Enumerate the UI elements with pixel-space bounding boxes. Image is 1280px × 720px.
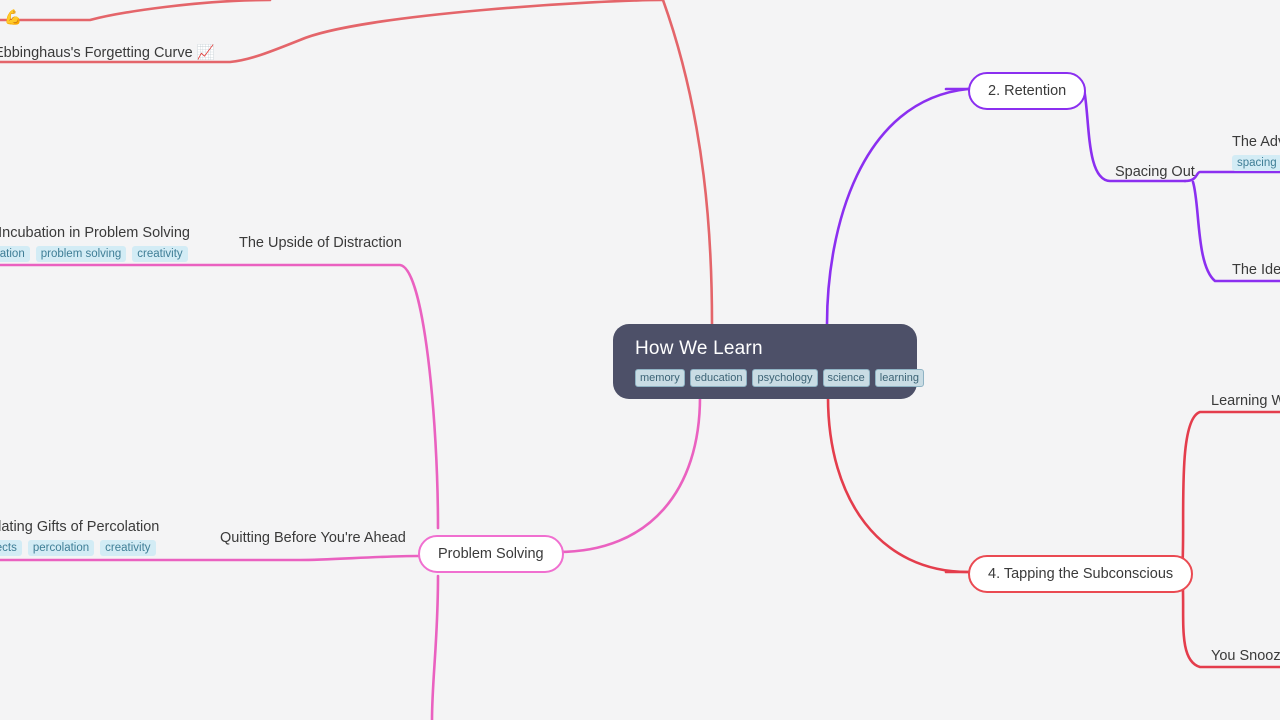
leaf-node-the-idea[interactable]: The Idea (1232, 260, 1280, 280)
branch-label: Problem Solving (438, 546, 544, 562)
leaf-tag[interactable]: creativity (100, 540, 156, 556)
leaf-title: Ebbinghaus's Forgetting Curve 📈 (0, 45, 215, 61)
root-node[interactable]: How We Learn memory education psychology… (613, 324, 924, 399)
leaf-title: Learning Wh (1211, 393, 1280, 409)
root-title: How We Learn (635, 338, 763, 359)
leaf-title: mulating Gifts of Percolation (0, 519, 160, 535)
leaf-node-learning-while[interactable]: Learning Wh (1211, 391, 1280, 411)
edge-ps-down (430, 574, 440, 720)
leaf-tag[interactable]: spacing (1232, 155, 1280, 171)
branch-label: 2. Retention (988, 83, 1067, 99)
leaf-title: The Adv (1232, 134, 1280, 150)
root-tag[interactable]: psychology (752, 369, 818, 387)
edge-history-to-strength (0, 0, 272, 22)
leaf-node-you-snooze[interactable]: You Snooze (1211, 646, 1280, 666)
leaf-tag-list: ubation problem solving creativity (0, 246, 190, 262)
leaf-node-forgetting-curve[interactable]: Ebbinghaus's Forgetting Curve 📈 (0, 43, 215, 63)
leaf-title: You Snooze (1211, 648, 1280, 664)
leaf-tag-list: spacing (1232, 155, 1280, 171)
root-tag[interactable]: education (689, 369, 748, 387)
leaf-title: h 💪 (0, 10, 23, 26)
edge-root-to-history (661, 0, 714, 326)
leaf-tag[interactable]: ubation (0, 246, 30, 262)
root-tag[interactable]: science (822, 369, 870, 387)
leaf-title: The Idea (1232, 262, 1280, 278)
branch-node-subconscious[interactable]: 4. Tapping the Subconscious (968, 555, 1194, 593)
leaf-node-quitting-before-ahead[interactable]: Quitting Before You're Ahead (220, 528, 406, 548)
leaf-tag-list: rojects percolation creativity (0, 540, 159, 556)
leaf-tag[interactable]: problem solving (35, 246, 127, 262)
mindmap-canvas[interactable]: How We Learn memory education psychology… (0, 0, 1280, 720)
edge-subconscious-to-learning-while (1180, 410, 1280, 574)
branch-node-retention[interactable]: 2. Retention (968, 72, 1087, 110)
root-tag-list: memory education psychology science lear… (635, 369, 924, 387)
branch-label: 4. Tapping the Subconscious (988, 566, 1174, 582)
edge-ps-to-quitting (0, 554, 420, 562)
root-tag[interactable]: learning (874, 369, 924, 387)
branch-node-problem-solving[interactable]: Problem Solving (418, 535, 564, 573)
edge-ps-to-upside (0, 263, 440, 530)
leaf-title: Spacing Out (1115, 164, 1195, 180)
edge-spacing-split-up (1183, 170, 1280, 183)
edge-root-to-problem-solving (556, 395, 702, 554)
leaf-tag[interactable]: percolation (27, 540, 95, 556)
leaf-node-the-advantage[interactable]: The Adv spacing (1232, 132, 1280, 171)
leaf-node-spacing-out[interactable]: Spacing Out (1115, 162, 1195, 182)
leaf-title: of Incubation in Problem Solving (0, 225, 190, 241)
leaf-node-upside-of-distraction[interactable]: The Upside of Distraction (239, 233, 402, 253)
leaf-node-percolation[interactable]: mulating Gifts of Percolation rojects pe… (0, 517, 159, 556)
leaf-node-incubation[interactable]: of Incubation in Problem Solving ubation… (0, 223, 190, 262)
leaf-node-strength-partial[interactable]: h 💪 (0, 8, 22, 28)
leaf-title: The Upside of Distraction (239, 235, 402, 251)
leaf-tag[interactable]: creativity (132, 246, 188, 262)
edge-root-to-retention (825, 87, 970, 326)
leaf-tag[interactable]: rojects (0, 540, 22, 556)
edge-root-to-subconscious (826, 395, 970, 574)
leaf-title: Quitting Before You're Ahead (220, 530, 406, 546)
root-tag[interactable]: memory (635, 369, 685, 387)
